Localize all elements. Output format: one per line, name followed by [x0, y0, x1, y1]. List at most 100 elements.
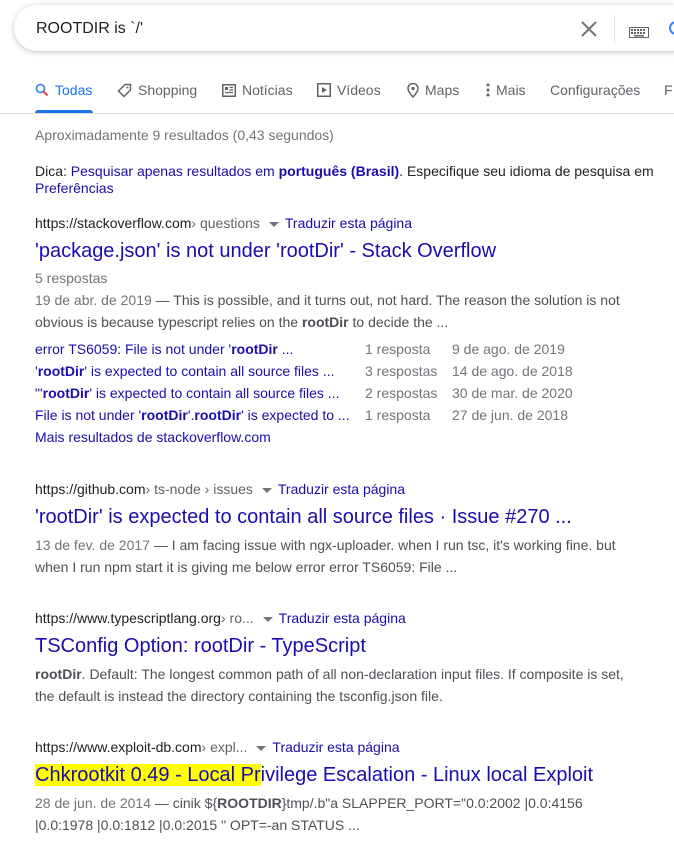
search-icon[interactable]	[667, 20, 674, 38]
sublink-text: error TS6059: File is not under '	[35, 341, 232, 357]
sublink-answers: 3 respostas	[365, 363, 438, 379]
tab-ferramentas[interactable]: F	[664, 78, 673, 102]
language-filter-link[interactable]: Pesquisar apenas resultados em português…	[71, 163, 399, 179]
result-snippet: rootDir. Default: The longest common pat…	[35, 663, 660, 707]
result-breadcrumb[interactable]: https://stackoverflow.com › questions Tra…	[35, 215, 412, 231]
translate-link[interactable]: Traduzir esta página	[272, 739, 399, 755]
sublink-text: ' is expected to contain all source file…	[89, 385, 340, 401]
clear-icon[interactable]	[580, 20, 598, 38]
snippet-text: . Default: The longest common path of al…	[81, 666, 624, 682]
snippet-text: to decide the ...	[348, 314, 449, 330]
tab-label: Configurações	[550, 82, 641, 98]
sublink-text: ' is expected to ...	[241, 407, 350, 423]
tab-videos[interactable]: Vídeos	[317, 78, 381, 102]
result-breadcrumb[interactable]: https://www.exploit-db.com › expl... Trad…	[35, 739, 400, 755]
result-path: › questions	[191, 215, 260, 231]
tabs-divider	[0, 113, 674, 114]
tab-maps[interactable]: Maps	[407, 78, 459, 102]
snippet-highlight: ROOTDIR	[217, 795, 282, 811]
tab-label: Mais	[496, 82, 526, 98]
tab-label: Shopping	[138, 82, 198, 98]
snippet-text: — cinik ${	[151, 795, 218, 811]
sublink-title[interactable]: error TS6059: File is not under 'rootDir…	[35, 341, 293, 357]
sublink-highlight: rootDir	[37, 363, 85, 379]
search-tabs: Todas Shopping Notícias Vídeos Maps Mais…	[0, 78, 674, 114]
search-icon	[35, 83, 49, 97]
sublink-row[interactable]: File is not under 'rootDir'.rootDir' is …	[35, 407, 350, 423]
snippet-highlight: rootDir	[35, 666, 82, 682]
language-tip: Dica: Pesquisar apenas resultados em por…	[35, 163, 660, 197]
more-results-link[interactable]: Mais resultados de stackoverflow.com	[35, 429, 271, 445]
snippet-text: — I am facing issue with ngx-uploader. w…	[149, 537, 616, 553]
result-title[interactable]: 'rootDir' is expected to contain all sou…	[35, 506, 572, 529]
tab-noticias[interactable]: Notícias	[222, 78, 293, 102]
caret-down-icon[interactable]	[268, 221, 279, 227]
sublink-highlight: rootDir	[141, 407, 188, 423]
result-breadcrumb[interactable]: https://www.typescriptlang.org › ro... Tr…	[35, 610, 406, 626]
sublink-row[interactable]: error TS6059: File is not under 'rootDir…	[35, 341, 293, 357]
result-date: 13 de fev. de 2017	[35, 537, 150, 553]
title-highlighted: Chkrootkit 0.49 - Local Pr	[35, 764, 261, 786]
sublink-text: ' is expected to contain all source file…	[84, 363, 335, 379]
snippet-text: }tmp/.b"a SLAPPER_PORT="0.0:2002 |0.0:41…	[281, 795, 583, 811]
tab-mais[interactable]: Mais	[486, 78, 526, 102]
sublink-answers: 1 resposta	[365, 407, 431, 423]
snippet-text: — This is possible, and it turns out, no…	[151, 292, 620, 308]
result-stats: Aproximadamente 9 resultados (0,43 segun…	[35, 127, 334, 143]
result-domain: https://github.com	[35, 481, 146, 497]
sublink-date: 14 de ago. de 2018	[452, 363, 573, 379]
preferences-link[interactable]: Preferências	[35, 180, 114, 196]
sublink-highlight: rootDir	[42, 385, 90, 401]
tip-language: português (Brasil)	[278, 163, 400, 179]
keyboard-icon[interactable]	[629, 25, 649, 38]
sublink-title[interactable]: File is not under 'rootDir'.rootDir' is …	[35, 407, 350, 423]
search-divider	[614, 15, 615, 43]
tag-icon	[117, 83, 132, 98]
result-snippet: 28 de jun. de 2014 — cinik ${ROOTDIR}tmp…	[35, 792, 660, 836]
sublink-title[interactable]: "'rootDir' is expected to contain all so…	[35, 385, 339, 401]
sublink-date: 30 de mar. de 2020	[452, 385, 573, 401]
tab-shopping[interactable]: Shopping	[117, 78, 197, 102]
search-input[interactable]: ROOTDIR is `/'	[36, 20, 143, 38]
snippet-text: the default is instead the directory con…	[35, 688, 443, 704]
answer-count: 5 respostas	[35, 270, 108, 286]
result-date: 28 de jun. de 2014	[35, 795, 151, 811]
translate-link[interactable]: Traduzir esta página	[285, 215, 412, 231]
sublink-title[interactable]: 'rootDir' is expected to contain all sou…	[35, 363, 335, 379]
translate-link[interactable]: Traduzir esta página	[279, 610, 406, 626]
snippet-text: obvious is because typescript relies on …	[35, 314, 302, 330]
result-snippet: 13 de fev. de 2017 — I am facing issue w…	[35, 534, 660, 578]
sublink-answers: 1 resposta	[365, 341, 431, 357]
result-path: › ts-node › issues	[145, 481, 253, 497]
news-icon	[222, 83, 236, 97]
tip-prefix: Dica:	[35, 163, 71, 179]
result-title[interactable]: TSConfig Option: rootDir - TypeScript	[35, 635, 366, 658]
map-pin-icon	[407, 82, 419, 98]
result-title[interactable]: Chkrootkit 0.49 - Local Privilege Escala…	[35, 764, 593, 787]
caret-down-icon[interactable]	[261, 487, 272, 493]
sublink-answers: 2 respostas	[365, 385, 438, 401]
more-vert-icon	[486, 83, 490, 97]
tip-link-text: Pesquisar apenas resultados em	[70, 163, 279, 179]
translate-link[interactable]: Traduzir esta página	[278, 481, 405, 497]
tab-configuracoes[interactable]: Configurações	[550, 78, 640, 102]
tab-todas[interactable]: Todas	[35, 78, 92, 102]
result-date: 19 de abr. de 2019	[35, 292, 152, 308]
sublink-row[interactable]: "'rootDir' is expected to contain all so…	[35, 385, 339, 401]
result-breadcrumb[interactable]: https://github.com › ts-node › issues Tra…	[35, 481, 405, 497]
result-path: › ro...	[220, 610, 254, 626]
sublink-highlight: rootDir	[194, 407, 242, 423]
snippet-text: when I run npm start it is giving me bel…	[35, 559, 458, 575]
result-title[interactable]: 'package.json' is not under 'rootDir' - …	[35, 240, 496, 263]
tab-label: Maps	[425, 82, 460, 98]
sublink-text: "'	[35, 385, 43, 401]
caret-down-icon[interactable]	[262, 616, 273, 622]
tab-label: Todas	[55, 82, 93, 98]
result-domain: https://stackoverflow.com	[35, 215, 192, 231]
sublink-date: 9 de ago. de 2019	[452, 341, 565, 357]
caret-down-icon[interactable]	[256, 745, 267, 751]
snippet-text: |0.0:1978 |0.0:1812 |0.0:2015 " OPT=-an …	[35, 817, 360, 833]
sublink-date: 27 de jun. de 2018	[452, 407, 568, 423]
title-text: ivilege Escalation - Linux local Exploit	[260, 764, 594, 786]
sublink-row[interactable]: 'rootDir' is expected to contain all sou…	[35, 363, 335, 379]
